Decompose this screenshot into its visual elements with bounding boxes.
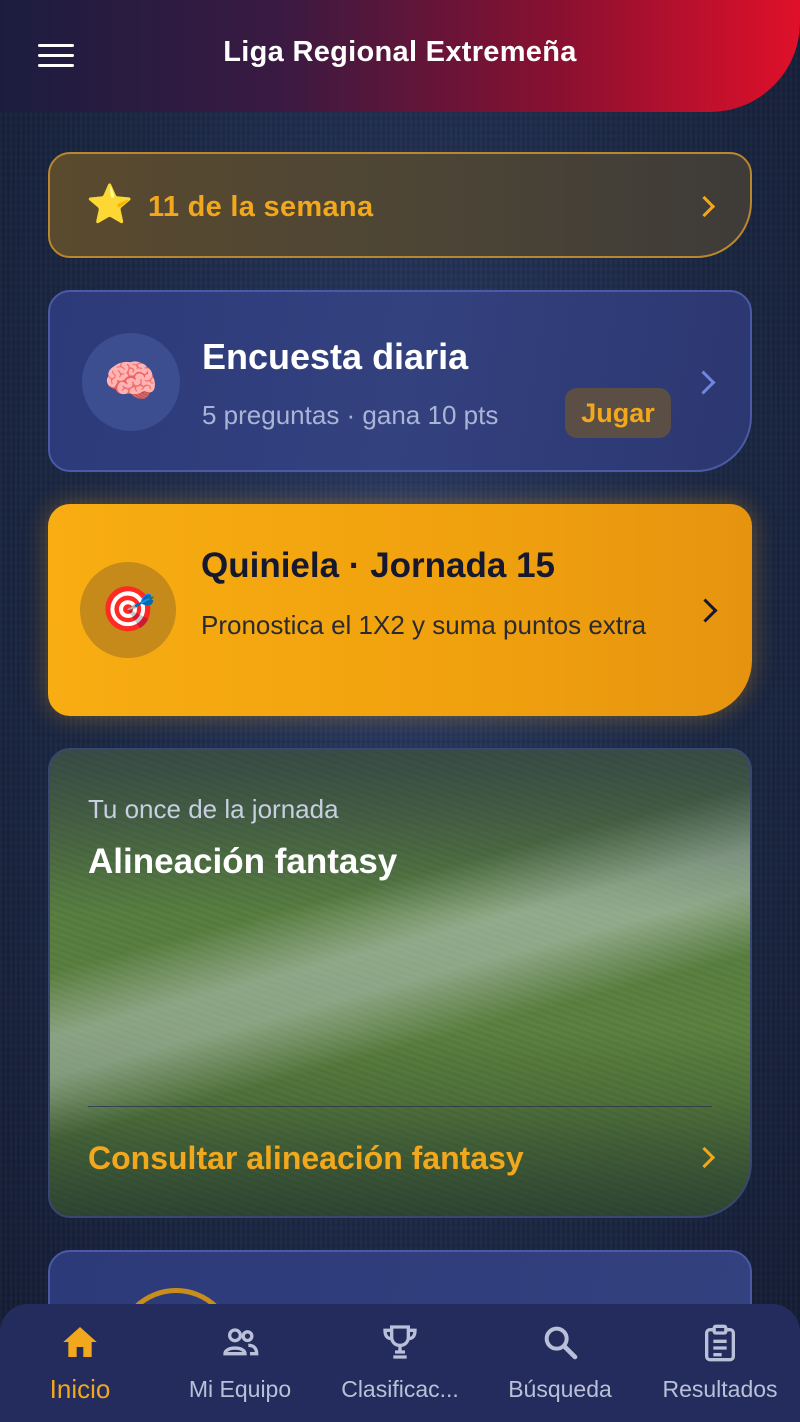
- quiniela-subtitle: Pronostica el 1X2 y suma puntos extra: [201, 610, 647, 640]
- clipboard-icon: [705, 1324, 735, 1362]
- nav-item-inicio[interactable]: Inicio: [0, 1304, 160, 1422]
- chevron-right-icon: [693, 598, 718, 623]
- play-quiz-button[interactable]: Jugar: [565, 388, 671, 438]
- fantasy-kicker: Tu once de la jornada: [88, 794, 339, 824]
- chevron-right-icon: [691, 370, 716, 395]
- divider: [88, 1106, 712, 1107]
- nav-label: Clasificac...: [341, 1376, 459, 1402]
- fantasy-lineup-card[interactable]: Tu once de la jornada Alineación fantasy…: [48, 748, 752, 1218]
- team-of-the-week-card[interactable]: ⭐ 11 de la semana: [48, 152, 752, 258]
- search-icon: [544, 1326, 578, 1360]
- nav-item-mi-equipo[interactable]: Mi Equipo: [160, 1304, 320, 1422]
- app-header: Liga Regional Extremeña: [0, 0, 800, 112]
- nav-item-clasificacion[interactable]: Clasificac...: [320, 1304, 480, 1422]
- home-icon: [63, 1327, 97, 1357]
- daily-quiz-subtitle: 5 preguntas · gana 10 pts: [202, 400, 499, 430]
- quiniela-title: Quiniela · Jornada 15: [201, 546, 555, 585]
- target-icon: 🎯: [80, 562, 176, 658]
- star-icon: ⭐: [86, 184, 134, 226]
- nav-label: Resultados: [662, 1376, 778, 1402]
- team-icon: [223, 1328, 259, 1356]
- trophy-icon: [383, 1325, 417, 1359]
- nav-label: Búsqueda: [508, 1376, 612, 1402]
- quiniela-card[interactable]: 🎯 Quiniela · Jornada 15 Pronostica el 1X…: [48, 504, 752, 716]
- nav-label: Mi Equipo: [188, 1376, 292, 1402]
- daily-quiz-title: Encuesta diaria: [202, 336, 469, 377]
- view-fantasy-lineup-link[interactable]: Consultar alineación fantasy: [88, 1140, 524, 1177]
- team-of-the-week-label: 11 de la semana: [148, 191, 374, 223]
- fantasy-title: Alineación fantasy: [88, 842, 398, 881]
- nav-label: Inicio: [49, 1374, 111, 1404]
- header-title: Liga Regional Extremeña: [223, 36, 577, 68]
- bottom-navigation: Inicio Mi Equipo Clasificac... Búsqueda: [0, 1304, 800, 1422]
- nav-item-resultados[interactable]: Resultados: [640, 1304, 800, 1422]
- daily-quiz-card[interactable]: 🧠 Encuesta diaria 5 preguntas · gana 10 …: [48, 290, 752, 472]
- nav-item-busqueda[interactable]: Búsqueda: [480, 1304, 640, 1422]
- chevron-right-icon: [693, 195, 716, 218]
- brain-icon: 🧠: [82, 333, 180, 431]
